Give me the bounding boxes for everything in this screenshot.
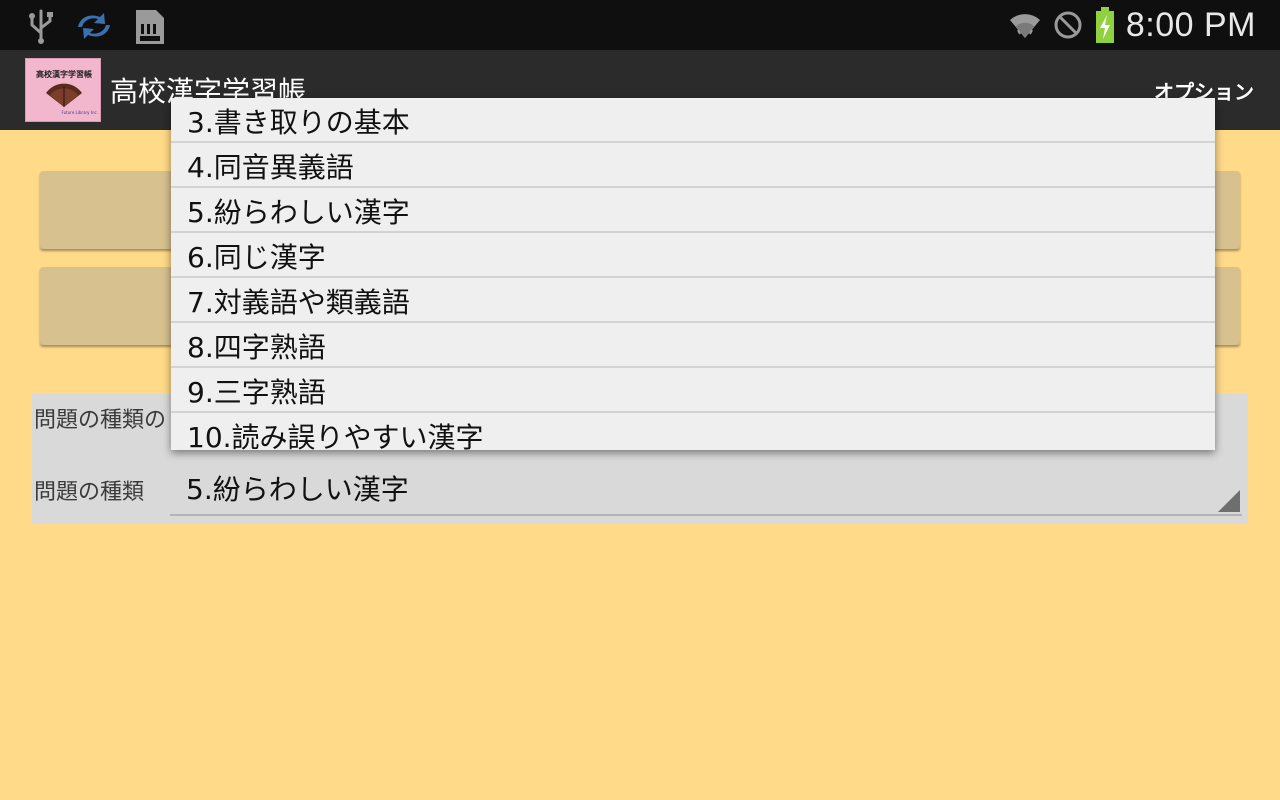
dropdown-item-label: 8.四字熟語 [187, 331, 326, 364]
dropdown-item-label: 10.読み誤りやすい漢字 [187, 421, 484, 450]
question-type-dropdown[interactable]: 3.書き取りの基本 4.同音異義語 5.紛らわしい漢字 6.同じ漢字 7.対義語… [171, 98, 1215, 450]
dropdown-item[interactable]: 6.同じ漢字 [171, 233, 1215, 278]
dropdown-item[interactable]: 4.同音異義語 [171, 143, 1215, 188]
dropdown-item[interactable]: 9.三字熟語 [171, 368, 1215, 413]
dropdown-item-label: 5.紛らわしい漢字 [187, 196, 410, 229]
dropdown-item-label: 3.書き取りの基本 [187, 106, 410, 139]
dropdown-item[interactable]: 10.読み誤りやすい漢字 [171, 413, 1215, 450]
dropdown-item[interactable]: 7.対義語や類義語 [171, 278, 1215, 323]
sd-card-icon [136, 10, 164, 44]
dropdown-item-label: 4.同音異義語 [187, 151, 354, 184]
fan-icon [46, 83, 82, 107]
status-bar: 8:00 PM [0, 0, 1280, 50]
app-icon[interactable]: 高校漢字学習帳 Future Library Inc. [25, 58, 101, 122]
dropdown-item[interactable]: 8.四字熟語 [171, 323, 1215, 368]
blocked-icon [1054, 11, 1082, 39]
dropdown-item[interactable]: 3.書き取りの基本 [171, 98, 1215, 143]
clock: 8:00 PM [1125, 5, 1256, 44]
app-icon-title: 高校漢字学習帳 [36, 70, 92, 79]
spinner-selected-value: 5.紛らわしい漢字 [186, 473, 409, 506]
status-left-icons [26, 6, 166, 46]
dropdown-item-label: 9.三字熟語 [187, 376, 326, 409]
sync-icon [78, 13, 110, 39]
wifi-icon [1009, 14, 1040, 38]
dropdown-item-label: 7.対義語や類義語 [187, 286, 410, 319]
status-right-icons: 8:00 PM [1008, 0, 1256, 50]
dropdown-item[interactable]: 5.紛らわしい漢字 [171, 188, 1215, 233]
battery-charging-icon [1095, 7, 1114, 43]
question-type-label-1: 問題の種類の [34, 408, 167, 433]
usb-icon [29, 9, 53, 44]
question-type-spinner[interactable]: 5.紛らわしい漢字 [170, 466, 1242, 516]
app-icon-subtitle: Future Library Inc. [61, 110, 98, 115]
dropdown-item-label: 6.同じ漢字 [187, 241, 326, 274]
spinner-arrow-icon [1218, 490, 1240, 512]
question-type-label-2: 問題の種類 [34, 480, 145, 505]
